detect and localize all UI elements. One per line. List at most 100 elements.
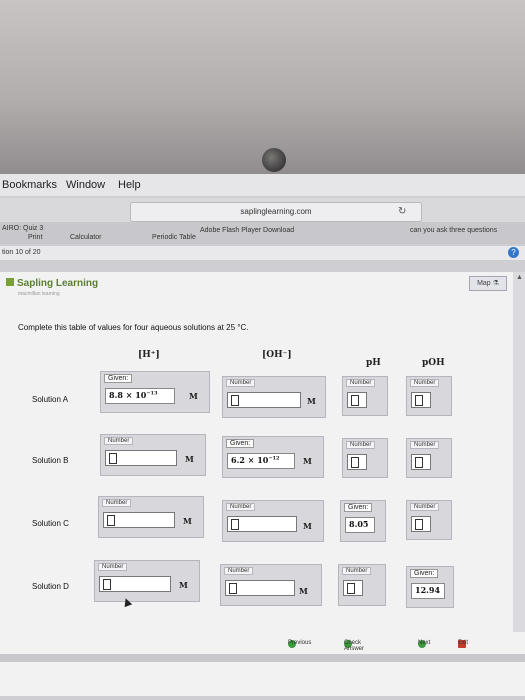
tab-quiz[interactable]: AIRO: Quiz 3 bbox=[2, 225, 43, 232]
number-label: Number bbox=[104, 437, 134, 445]
exit-label: Exit bbox=[458, 640, 469, 646]
number-label: Number bbox=[410, 503, 440, 511]
menu-bar: Bookmarks Window Help bbox=[0, 174, 525, 196]
cell-b-ph: Number bbox=[342, 438, 388, 478]
header-ph: pH bbox=[366, 358, 381, 368]
webcam bbox=[262, 148, 286, 172]
cell-d-ph: Number bbox=[338, 564, 386, 606]
input-cursor-icon bbox=[231, 519, 239, 530]
given-value-d: 12.94 bbox=[411, 583, 445, 599]
unit-label: M bbox=[299, 586, 308, 596]
input-cursor-icon bbox=[109, 453, 117, 464]
input-a-oh[interactable] bbox=[227, 392, 301, 408]
cell-c-oh: Number M bbox=[222, 500, 324, 542]
cell-b-oh: Given: 6.2 × 10−12 M bbox=[222, 436, 324, 478]
cell-a-ph: Number bbox=[342, 376, 388, 416]
menu-window[interactable]: Window bbox=[66, 179, 105, 191]
cell-d-poh: Given: 12.94 bbox=[406, 566, 454, 608]
unit-label: M bbox=[183, 516, 192, 526]
unit-label: M bbox=[307, 396, 316, 406]
input-d-h[interactable] bbox=[99, 576, 171, 592]
number-label: Number bbox=[346, 441, 376, 449]
number-label: Number bbox=[410, 379, 440, 387]
input-d-ph[interactable] bbox=[343, 580, 363, 596]
reload-icon[interactable]: ↻ bbox=[398, 206, 406, 217]
number-label: Number bbox=[342, 567, 372, 575]
calculator-button[interactable]: Calculator bbox=[70, 234, 102, 241]
cell-b-poh: Number bbox=[406, 438, 452, 478]
cell-d-oh: Number M bbox=[220, 564, 322, 606]
number-label: Number bbox=[98, 563, 128, 571]
input-c-oh[interactable] bbox=[227, 516, 297, 532]
unit-label: M bbox=[303, 521, 312, 531]
input-cursor-icon bbox=[351, 395, 359, 406]
number-label: Number bbox=[224, 567, 254, 575]
number-label: Number bbox=[226, 379, 256, 387]
cell-d-h: Number M bbox=[94, 560, 200, 602]
laptop-bezel bbox=[0, 0, 525, 178]
question-counter: tion 10 of 20 bbox=[2, 249, 41, 256]
tab-row: AIRO: Quiz 3 Print Calculator Periodic T… bbox=[0, 222, 525, 244]
previous-label: Previous bbox=[288, 640, 312, 646]
row-label-a: Solution A bbox=[32, 395, 69, 404]
input-cursor-icon bbox=[415, 457, 423, 468]
input-c-h[interactable] bbox=[103, 512, 175, 528]
unit-label: M bbox=[179, 580, 188, 590]
given-label: Given: bbox=[344, 503, 373, 512]
given-label: Given: bbox=[104, 374, 133, 383]
sapling-app: Sapling Learning macmillan learning Map … bbox=[0, 272, 525, 696]
input-cursor-icon bbox=[415, 395, 423, 406]
tab-question[interactable]: can you ask three questions bbox=[410, 227, 497, 234]
given-label: Given: bbox=[410, 569, 439, 578]
help-icon[interactable]: ? bbox=[508, 247, 519, 258]
input-b-h[interactable] bbox=[105, 450, 177, 466]
row-label-d: Solution D bbox=[32, 582, 69, 591]
row-label-b: Solution B bbox=[32, 456, 69, 465]
next-label: Next bbox=[418, 640, 431, 646]
given-value-b-exp: −12 bbox=[268, 455, 280, 462]
vertical-scrollbar[interactable]: ▲ bbox=[513, 272, 525, 632]
map-button[interactable]: Map ⚗ bbox=[469, 276, 507, 291]
horizontal-scrollbar[interactable] bbox=[0, 654, 525, 662]
input-a-poh[interactable] bbox=[411, 392, 431, 408]
cell-c-ph: Given: 8.05 bbox=[340, 500, 386, 542]
input-a-ph[interactable] bbox=[347, 392, 367, 408]
scroll-up-icon[interactable]: ▲ bbox=[516, 274, 523, 281]
input-b-poh[interactable] bbox=[411, 454, 431, 470]
number-label: Number bbox=[102, 499, 132, 507]
logo-text: Sapling Learning bbox=[17, 278, 99, 289]
unit-label: M bbox=[189, 391, 198, 401]
given-value-a-base: 8.8 × 10 bbox=[109, 390, 147, 400]
input-d-oh[interactable] bbox=[225, 580, 295, 596]
logo-subtitle: macmillan learning bbox=[18, 291, 60, 297]
row-label-c: Solution C bbox=[32, 519, 69, 528]
number-label: Number bbox=[346, 379, 376, 387]
cell-c-h: Number M bbox=[98, 496, 204, 538]
input-b-ph[interactable] bbox=[347, 454, 367, 470]
menu-bookmarks[interactable]: Bookmarks bbox=[2, 179, 57, 191]
input-cursor-icon bbox=[231, 395, 239, 406]
print-button[interactable]: Print bbox=[28, 234, 42, 241]
logo-icon bbox=[6, 278, 14, 286]
header-h: [H⁺] bbox=[138, 350, 160, 360]
cell-a-h: Given: 8.8 × 10−13 M bbox=[100, 371, 210, 413]
menu-help[interactable]: Help bbox=[118, 179, 141, 191]
flash-notice[interactable]: Adobe Flash Player Download bbox=[200, 227, 294, 234]
periodic-table-button[interactable]: Periodic Table bbox=[152, 234, 196, 241]
cell-b-h: Number M bbox=[100, 434, 206, 476]
given-value-c: 8.05 bbox=[345, 517, 375, 533]
check-answer-label: Check Answer bbox=[344, 640, 365, 652]
cell-a-poh: Number bbox=[406, 376, 452, 416]
input-cursor-icon bbox=[415, 519, 423, 530]
sapling-logo: Sapling Learning bbox=[6, 278, 98, 289]
address-bar[interactable]: saplinglearning.com bbox=[130, 202, 422, 222]
given-value-a-exp: −13 bbox=[146, 390, 158, 397]
cell-c-poh: Number bbox=[406, 500, 452, 540]
given-value-b: 6.2 × 10−12 bbox=[227, 453, 295, 469]
input-cursor-icon bbox=[351, 457, 359, 468]
input-c-poh[interactable] bbox=[411, 516, 431, 532]
header-poh: pOH bbox=[422, 358, 445, 368]
number-label: Number bbox=[226, 503, 256, 511]
input-cursor-icon bbox=[229, 583, 237, 594]
unit-label: M bbox=[185, 454, 194, 464]
